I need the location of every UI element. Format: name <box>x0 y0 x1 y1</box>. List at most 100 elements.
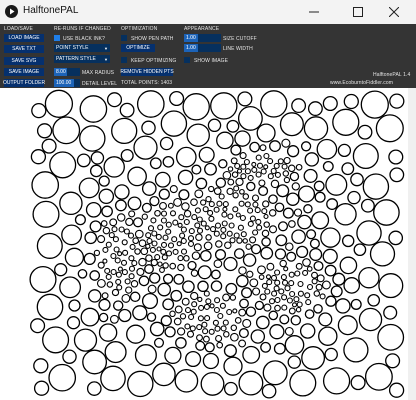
detail-level-value: 100.00 <box>56 80 72 86</box>
halftone-dot <box>177 255 184 262</box>
halftone-dot <box>191 251 201 260</box>
halftone-dot <box>73 328 98 352</box>
halftone-dot <box>144 264 154 274</box>
halftone-dot <box>124 278 131 285</box>
halftone-dot <box>373 199 400 226</box>
halftone-dot <box>321 280 331 290</box>
halftone-dot <box>281 304 288 311</box>
detail-level-slider[interactable]: 100.00 <box>54 79 74 87</box>
close-button[interactable] <box>372 0 416 24</box>
halftone-dot <box>118 308 132 323</box>
halftone-dot <box>274 202 285 213</box>
halftone-dot <box>230 144 242 156</box>
halftone-dot <box>202 328 209 335</box>
halftone-dot <box>141 181 157 196</box>
halftone-dot <box>266 279 273 286</box>
halftone-dot <box>324 264 337 277</box>
halftone-dot <box>377 323 405 351</box>
halftone-dot <box>101 205 113 218</box>
halftone-dot <box>210 92 238 120</box>
halftone-dot <box>213 187 222 195</box>
halftone-dot <box>259 293 267 301</box>
halftone-dot <box>74 214 86 226</box>
halftone-dot <box>224 241 232 249</box>
halftone-dot <box>181 202 190 211</box>
halftone-dot <box>152 362 176 387</box>
halftone-dot <box>150 217 157 224</box>
halftone-dot <box>84 231 98 245</box>
halftone-dot <box>196 324 203 331</box>
halftone-dot <box>263 213 269 220</box>
halftone-dot <box>246 181 256 192</box>
halftone-canvas[interactable] <box>0 88 416 400</box>
halftone-dot <box>109 314 119 324</box>
load-image-button[interactable]: LOAD IMAGE <box>4 34 44 42</box>
halftone-dot <box>154 209 161 217</box>
size-cutoff-slider[interactable]: 1.00 <box>184 34 198 42</box>
halftone-dot <box>193 243 202 252</box>
halftone-dot <box>175 337 187 349</box>
halftone-dot <box>218 159 228 169</box>
halftone-dot <box>256 224 263 231</box>
halftone-dot <box>98 298 111 311</box>
halftone-dot <box>277 158 284 165</box>
remove-hidden-points-button[interactable]: REMOVE HIDDEN PTS <box>120 68 174 76</box>
halftone-dot <box>214 297 221 304</box>
point-style-dropdown[interactable]: POINT STYLE ▼ <box>54 44 110 52</box>
show-image-checkbox[interactable] <box>184 57 190 63</box>
show-pen-path-checkbox[interactable] <box>121 35 127 41</box>
halftone-dot <box>251 194 260 202</box>
halftone-dot <box>196 227 204 234</box>
halftone-dot <box>114 199 127 212</box>
halftone-dot <box>254 300 265 311</box>
halftone-dot <box>146 237 153 245</box>
halftone-dot <box>268 298 276 305</box>
halftone-dot <box>97 261 105 269</box>
max-radius-slider[interactable]: 8.00 <box>54 68 67 76</box>
pattern-style-dropdown[interactable]: PATTERN STYLE ▼ <box>54 55 110 63</box>
halftone-dot <box>316 274 325 283</box>
halftone-dot <box>59 276 82 299</box>
halftone-dot <box>230 157 238 165</box>
line-width-label: LINE WIDTH <box>223 46 253 52</box>
halftone-dot <box>350 172 364 187</box>
halftone-dot <box>306 229 317 240</box>
halftone-dot <box>240 163 247 170</box>
use-black-ink-checkbox[interactable] <box>54 35 60 41</box>
halftone-dot <box>147 284 157 294</box>
halftone-dot <box>347 190 361 205</box>
halftone-dot <box>177 263 185 272</box>
keep-optimizing-checkbox[interactable] <box>121 57 127 63</box>
halftone-dot <box>266 262 275 271</box>
save-txt-button[interactable]: SAVE TXT <box>4 45 44 53</box>
halftone-dot <box>191 301 198 308</box>
halftone-dot <box>247 207 254 214</box>
output-folder-button[interactable]: OUTPUT FOLDER <box>3 79 45 87</box>
halftone-dot <box>311 278 318 285</box>
halftone-dot <box>389 167 405 183</box>
save-image-button[interactable]: SAVE IMAGE <box>4 68 44 76</box>
minimize-button[interactable] <box>292 0 336 24</box>
halftone-dot <box>260 168 267 175</box>
halftone-dot <box>147 225 155 232</box>
halftone-dot <box>350 298 362 310</box>
halftone-dot <box>197 265 212 280</box>
halftone-dot <box>293 208 303 217</box>
halftone-dot <box>360 198 375 213</box>
halftone-dot <box>242 345 261 364</box>
max-radius-label: MAX RADIUS <box>82 70 115 76</box>
halftone-dot <box>231 171 239 178</box>
save-svg-button[interactable]: SAVE SVG <box>4 57 44 65</box>
halftone-dot <box>306 266 313 272</box>
halftone-dot <box>215 334 223 343</box>
halftone-dot <box>322 95 338 112</box>
halftone-dot <box>111 288 120 297</box>
halftone-dot <box>242 238 248 244</box>
optimize-button[interactable]: OPTIMIZE <box>121 44 155 52</box>
halftone-dot <box>233 185 240 192</box>
minimize-icon <box>309 11 319 13</box>
halftone-dot <box>205 196 212 203</box>
halftone-dot <box>98 312 109 323</box>
line-width-slider[interactable]: 1.00 <box>184 44 198 52</box>
halftone-dot <box>42 326 70 354</box>
